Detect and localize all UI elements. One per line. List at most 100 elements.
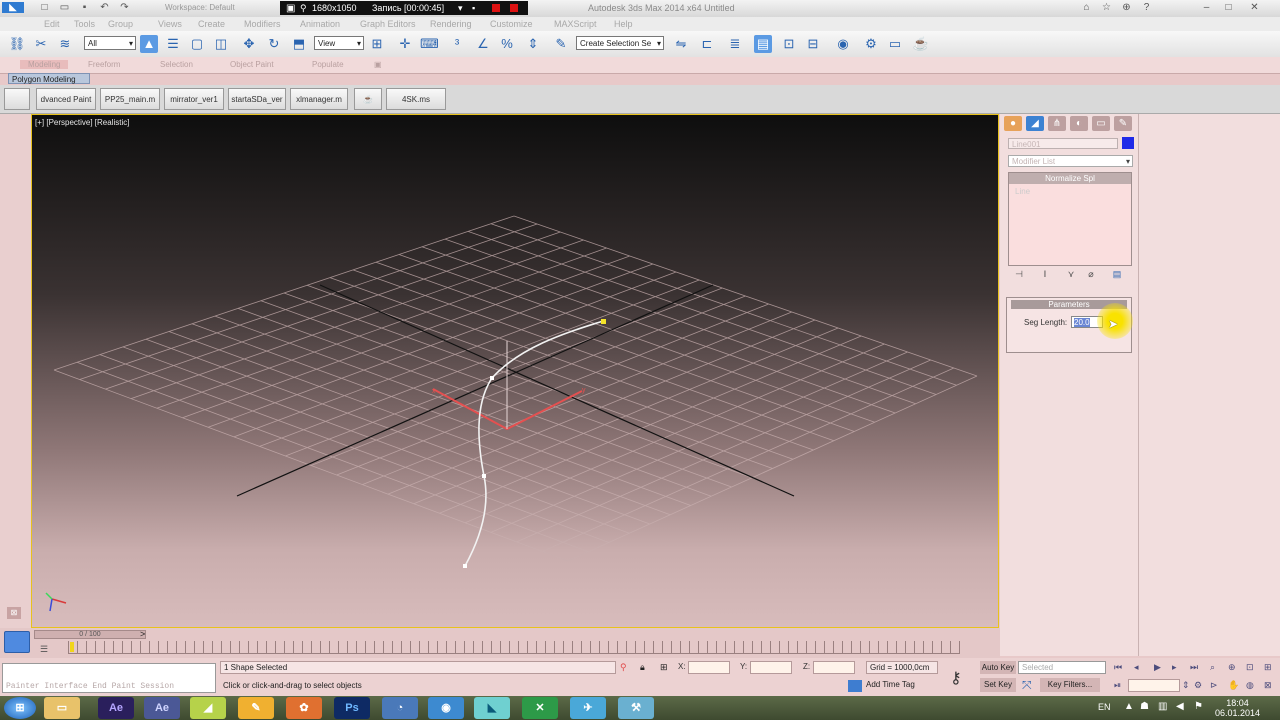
modifier-list-dropdown[interactable]: Modifier List [1008, 155, 1133, 168]
remove-modifier-icon[interactable]: ⌀ [1084, 269, 1098, 281]
track-bar[interactable] [68, 641, 960, 654]
curve-editor-mini-icon[interactable]: ☰ [40, 644, 52, 654]
select-manipulate-icon[interactable]: ✛ [396, 35, 414, 53]
orbit-icon[interactable]: ◍ [1246, 680, 1254, 691]
menu-item[interactable]: Rendering [430, 19, 472, 29]
render-setup-icon[interactable]: ⚙ [862, 35, 880, 53]
time-config-button-icon[interactable]: ⚙ [1194, 680, 1202, 691]
pause-icon[interactable]: ▪ [472, 3, 475, 13]
add-time-tag-icon[interactable] [848, 680, 862, 692]
screen-recorder-bar[interactable]: ▣ ⚲ 1680x1050 Запись [00:00:45] ▾ ▪ [280, 1, 528, 15]
menu-item[interactable]: Edit [44, 19, 60, 29]
perspective-viewport[interactable]: [+] [Perspective] [Realistic] x y [31, 114, 999, 628]
folder-icon[interactable]: ◔ [382, 697, 418, 719]
key-mode-toggle-icon[interactable]: ⏯ [1114, 680, 1121, 691]
recorder-icon[interactable]: ▣ [286, 3, 295, 14]
script-button[interactable]: xlmanager.m [290, 88, 348, 110]
time-slider[interactable]: 0 / 100 [34, 630, 146, 639]
menu-item[interactable]: Animation [300, 19, 340, 29]
key-set-dropdown[interactable]: Selected [1018, 661, 1106, 674]
link-icon[interactable]: ⛓ [8, 35, 26, 53]
select-object-icon[interactable]: ▲ [140, 35, 158, 53]
workspace-selector[interactable]: Workspace: Default [165, 3, 235, 12]
menu-item[interactable]: Tools [74, 19, 95, 29]
open-file-icon[interactable]: ▭ [58, 2, 71, 13]
seg-length-value[interactable]: 20.0 [1074, 318, 1090, 327]
menu-item[interactable]: Graph Editors [360, 19, 416, 29]
utilities-tab-icon[interactable]: ✎ [1114, 116, 1132, 131]
excel-icon[interactable]: ✕ [522, 697, 558, 719]
app-icon[interactable]: ✈ [570, 697, 606, 719]
pin-stack-icon[interactable]: ⊣ [1012, 269, 1026, 281]
photoshop-icon[interactable]: Ps [334, 697, 370, 719]
absolute-mode-icon[interactable]: ⊞ [660, 662, 668, 673]
unlink-icon[interactable]: ✂ [32, 35, 50, 53]
stack-item-normalize-spline[interactable]: Normalize Spl [1009, 173, 1131, 184]
volume-icon[interactable]: ◀ [1176, 701, 1184, 712]
align-icon[interactable]: ⊏ [698, 35, 716, 53]
script-button[interactable]: mirrator_ver1 [164, 88, 224, 110]
snap-3d-icon[interactable]: ³ [448, 35, 466, 53]
search-icon[interactable]: ⚲ [300, 3, 307, 14]
minimize-icon[interactable]: – [1200, 2, 1213, 13]
illustrator-icon[interactable]: ◢ [190, 697, 226, 719]
field-of-view-icon[interactable]: ⊳ [1210, 680, 1218, 691]
zoom-extents-icon[interactable]: ⊡ [1246, 662, 1254, 673]
next-frame-icon[interactable]: ▸ [1172, 662, 1177, 673]
frame-spinner-icon[interactable]: ⇕ [1182, 680, 1190, 691]
material-editor-icon[interactable]: ◉ [834, 35, 852, 53]
goto-end-icon[interactable]: ⏭ [1190, 662, 1198, 673]
rotate-icon[interactable]: ↻ [265, 35, 283, 53]
polygon-modeling-panel[interactable]: Polygon Modeling [8, 73, 90, 84]
pinwheel-icon[interactable]: ✿ [286, 697, 322, 719]
spinner-snap-icon[interactable]: ⇕ [524, 35, 542, 53]
system-clock[interactable]: 18:04 06.01.2014 [1215, 698, 1260, 718]
star-icon[interactable]: ☆ [1100, 2, 1113, 13]
maximize-viewport-icon[interactable]: ⊠ [1264, 680, 1272, 691]
x-coordinate-field[interactable] [688, 661, 730, 674]
3dsmax-icon[interactable]: ◣ [474, 697, 510, 719]
scene-explorer-icon[interactable]: ▤ [754, 35, 772, 53]
menu-item[interactable]: Customize [490, 19, 533, 29]
object-name-field[interactable]: Line001 [1008, 138, 1118, 149]
tool-icon[interactable]: ✎ [238, 697, 274, 719]
display-tab-icon[interactable]: ▭ [1092, 116, 1110, 131]
window-crossing-icon[interactable]: ◫ [212, 35, 230, 53]
start-button-icon[interactable]: ⊞ [4, 697, 36, 719]
edit-named-selection-icon[interactable]: ✎ [552, 35, 570, 53]
set-keys-icon[interactable]: ⤧ [1022, 678, 1032, 693]
record-button[interactable] [492, 4, 500, 12]
layer-manager-icon[interactable]: ≣ [726, 35, 744, 53]
auto-key-button[interactable]: Auto Key [980, 661, 1016, 674]
ribbon-tab-object-paint[interactable]: Object Paint [230, 60, 274, 69]
modify-tab-icon[interactable]: ◢ [1026, 116, 1044, 131]
isolate-icon[interactable]: ⚲ [620, 662, 627, 673]
help-icon[interactable]: ⌂ [1080, 2, 1093, 13]
save-file-icon[interactable]: ▪ [78, 2, 91, 13]
percent-snap-icon[interactable]: % [498, 35, 516, 53]
ribbon-tab-freeform[interactable]: Freeform [88, 60, 120, 69]
lock-selection-icon[interactable]: 🔒︎ [640, 662, 645, 673]
zoom-icon[interactable]: ⌕ [1210, 662, 1215, 673]
script-button[interactable]: dvanced Paint [36, 88, 96, 110]
time-next-icon[interactable]: > [140, 629, 145, 639]
pivot-icon[interactable]: ⊞ [368, 35, 386, 53]
key-filters-button[interactable]: Key Filters... [1040, 678, 1100, 692]
language-indicator[interactable]: EN [1098, 702, 1111, 712]
key-mode-icon[interactable]: ⚷ [950, 668, 962, 688]
menu-item[interactable]: MAXScript [554, 19, 597, 29]
make-unique-icon[interactable]: ⋎ [1064, 269, 1078, 281]
y-coordinate-field[interactable] [750, 661, 792, 674]
help2-icon[interactable]: ? [1140, 2, 1153, 13]
scale-icon[interactable]: ⬒ [290, 35, 308, 53]
menu-item[interactable]: Help [614, 19, 633, 29]
move-icon[interactable]: ✥ [240, 35, 258, 53]
redo-icon[interactable]: ↷ [118, 2, 131, 13]
mirror-icon[interactable]: ⇋ [672, 35, 690, 53]
curve-editor-icon[interactable]: ⊡ [780, 35, 798, 53]
goto-start-icon[interactable]: ⏮ [1114, 662, 1122, 673]
pan-icon[interactable]: ✋ [1228, 680, 1239, 691]
network-icon[interactable]: ▥ [1158, 701, 1167, 712]
menu-item[interactable]: Views [158, 19, 182, 29]
menu-item[interactable]: Create [198, 19, 225, 29]
